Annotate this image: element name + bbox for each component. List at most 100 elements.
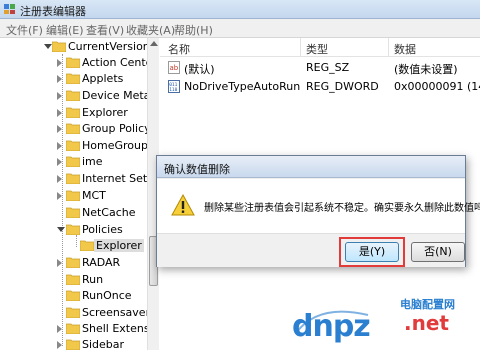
dialog-message: 删除某些注册表值会引起系统不稳定。确实要永久删除此数值吗? [204,203,480,214]
tree-item-shell-extensions[interactable]: Shell Extension [0,321,158,337]
menu-bar: 文件(F) 编辑(E) 查看(V) 收藏夹(A) 帮助(H) [0,19,480,38]
expand-arrow-icon[interactable] [57,142,62,150]
folder-icon [66,90,80,101]
menu-view[interactable]: 查看(V) [86,22,124,38]
tree-item-label: Explorer [94,239,144,252]
tree-item-action-center[interactable]: Action Center [0,55,157,71]
expand-arrow-icon[interactable] [57,109,62,117]
column-divider[interactable] [388,38,389,57]
folder-icon [66,140,80,151]
expand-arrow-icon[interactable] [57,92,62,100]
tree-item-sidebar[interactable]: Sidebar [0,337,147,350]
folder-icon [66,57,80,68]
binary-value-icon: 011 110 [168,80,180,93]
menu-file[interactable]: 文件(F) [6,22,43,38]
column-header-type[interactable]: 类型 [306,41,328,57]
tree-item-applets[interactable]: Applets [0,71,147,87]
tree-item-homegroup[interactable]: HomeGroup [0,138,148,154]
dialog-titlebar[interactable]: 确认数值删除 [157,156,465,178]
tree-item-currentversion[interactable]: CurrentVersion [0,39,150,55]
folder-icon [66,156,80,167]
watermark-tagline: 电脑配置网 [400,298,455,311]
folder-icon [66,73,80,84]
tree-item-policies-explorer[interactable]: Explorer [0,238,147,254]
tree-item-run[interactable]: Run [0,272,147,288]
watermark-net: .net [404,311,449,335]
dialog-body: 删除某些注册表值会引起系统不稳定。确实要永久删除此数值吗? 是(Y) 否(N) [157,179,480,267]
folder-icon [66,339,80,350]
expand-arrow-icon[interactable] [57,259,62,267]
yes-button[interactable]: 是(Y) [345,242,399,262]
folder-icon [66,274,80,285]
tree-item-mct[interactable]: MCT [0,188,147,204]
tree-item-radar[interactable]: RADAR [0,255,147,271]
tree-item-label: Policies [82,223,123,236]
registry-tree: CurrentVersion Action Center Applets Dev… [0,38,159,350]
value-type: REG_DWORD [306,80,379,93]
tree-item-label: Group Policy [82,122,151,135]
dialog-title: 确认数值删除 [164,163,230,176]
tree-item-label: Explorer [82,106,128,119]
tree-item-netcache[interactable]: NetCache [0,205,147,221]
svg-text:ab: ab [170,64,179,72]
window-titlebar: 注册表编辑器 [0,0,480,19]
tree-item-label: ime [82,155,103,168]
menu-favorites[interactable]: 收藏夹(A) [126,22,175,38]
tree-item-internet-settings[interactable]: Internet Setting [0,171,158,187]
tree-item-runonce[interactable]: RunOnce [0,288,147,304]
folder-icon [66,173,80,184]
tree-item-label: Screensavers [82,306,156,319]
expand-arrow-icon[interactable] [57,75,62,83]
folder-open-icon [66,224,80,235]
confirm-delete-dialog: 确认数值删除 删除某些注册表值会引起系统不稳定。确实要永久删除此数值吗? 是(Y… [156,155,480,267]
folder-icon [80,240,94,251]
tree-item-label: CurrentVersion [68,40,150,53]
value-row-default[interactable]: ab (默认) REG_SZ (数值未设置) [160,59,480,77]
folder-icon [66,123,80,134]
value-row-nodrivetypeautorun[interactable]: 011 110 NoDriveTypeAutoRun REG_DWORD 0x0… [160,78,480,96]
tree-item-label: HomeGroup [82,139,148,152]
tree-item-screensavers[interactable]: Screensavers [0,305,156,321]
tree-item-device-metadata[interactable]: Device Metada [0,88,158,104]
list-header: 名称 类型 数据 [160,38,480,57]
menu-edit[interactable]: 编辑(E) [46,22,84,38]
value-name: NoDriveTypeAutoRun [184,80,301,93]
folder-open-icon [52,41,66,52]
folder-icon [66,190,80,201]
no-button[interactable]: 否(N) [411,242,465,262]
column-header-data[interactable]: 数据 [394,41,416,57]
window-title: 注册表编辑器 [20,5,86,18]
expand-arrow-icon[interactable] [57,158,62,166]
expand-arrow-icon[interactable] [57,341,62,349]
watermark-brand: dnpz [292,309,371,344]
collapse-arrow-icon[interactable] [44,44,52,49]
folder-icon [66,257,80,268]
expand-arrow-icon[interactable] [57,192,62,200]
scroll-up-arrow-icon[interactable] [150,41,158,46]
folder-icon [66,307,80,318]
expand-arrow-icon[interactable] [57,125,62,133]
tree-item-group-policy[interactable]: Group Policy [0,121,151,137]
folder-icon [66,290,80,301]
expand-arrow-icon[interactable] [57,175,62,183]
menu-help[interactable]: 帮助(H) [174,22,213,38]
expand-arrow-icon[interactable] [57,325,62,333]
column-divider[interactable] [300,38,301,57]
column-header-name[interactable]: 名称 [168,41,190,57]
collapse-arrow-icon[interactable] [57,227,65,232]
expand-arrow-icon[interactable] [57,59,62,67]
value-name: (默认) [184,63,215,76]
tree-item-policies[interactable]: Policies [0,222,147,238]
folder-icon [66,207,80,218]
site-watermark: dnpz .net 电脑配置网 [278,293,478,348]
string-value-icon: ab [168,61,180,74]
svg-text:110: 110 [169,87,177,93]
tree-item-label: Action Center [82,56,157,69]
tree-item-label: Run [82,273,104,286]
folder-icon [66,323,80,334]
tree-item-explorer[interactable]: Explorer [0,105,147,121]
value-data: (数值未设置) [394,63,458,76]
tree-item-ime[interactable]: ime [0,154,147,170]
tree-item-label: RADAR [82,256,121,269]
tree-item-label: Sidebar [82,338,125,350]
